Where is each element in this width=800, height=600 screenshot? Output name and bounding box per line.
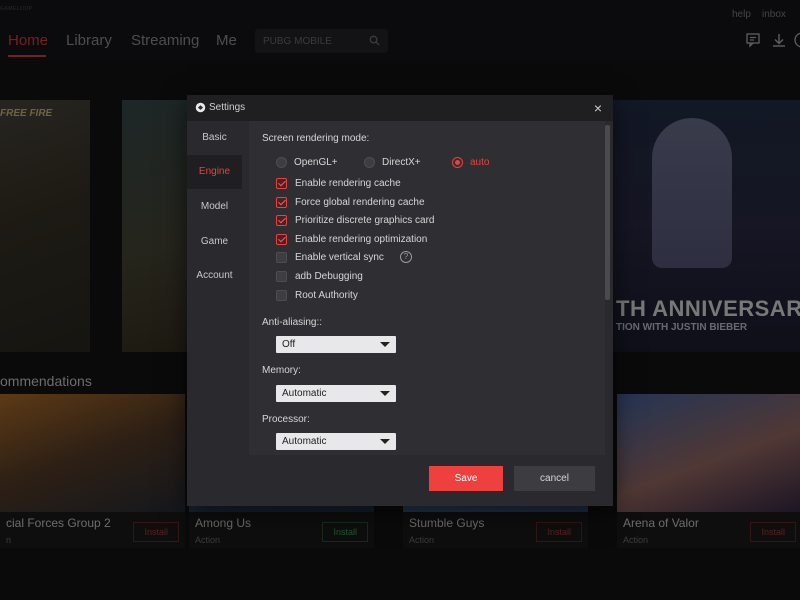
- checkbox[interactable]: [276, 197, 287, 208]
- radio-label: OpenGL+: [294, 157, 338, 168]
- settings-tab-menu: Basic Engine Model Game Account: [187, 121, 242, 451]
- checkbox-label: adb Debugging: [295, 271, 363, 282]
- radio-label: auto: [470, 157, 490, 168]
- checkbox[interactable]: [276, 290, 287, 301]
- checkbox-enable-vertical-sync[interactable]: Enable vertical sync ?: [276, 251, 536, 265]
- tab-basic[interactable]: Basic: [187, 121, 242, 155]
- checkbox-label: Enable rendering optimization: [295, 234, 428, 245]
- checkbox[interactable]: [276, 178, 287, 189]
- chevron-down-icon: [380, 342, 390, 347]
- app-logo-icon: [195, 102, 206, 113]
- checkbox[interactable]: [276, 271, 287, 282]
- rendering-mode-label: Screen rendering mode:: [262, 133, 370, 144]
- dialog-title: Settings: [209, 102, 246, 113]
- radio-button[interactable]: [452, 157, 463, 168]
- checkbox[interactable]: [276, 252, 287, 263]
- scrollbar-thumb[interactable]: [605, 125, 610, 300]
- checkbox[interactable]: [276, 234, 287, 245]
- checkbox-label: Root Authority: [295, 290, 358, 301]
- tab-engine[interactable]: Engine: [187, 155, 242, 189]
- cancel-button[interactable]: cancel: [514, 466, 595, 491]
- save-button[interactable]: Save: [429, 466, 503, 491]
- anti-aliasing-select[interactable]: Off: [276, 336, 396, 353]
- processor-select[interactable]: Automatic: [276, 433, 396, 450]
- checkbox-prioritize-discrete-gpu[interactable]: Prioritize discrete graphics card: [276, 214, 536, 228]
- close-icon[interactable]: ×: [589, 99, 607, 117]
- engine-settings-panel: Screen rendering mode: OpenGL+ DirectX+ …: [249, 121, 605, 455]
- memory-select[interactable]: Automatic: [276, 385, 396, 402]
- checkbox-enable-rendering-cache[interactable]: Enable rendering cache: [276, 177, 536, 191]
- tab-model[interactable]: Model: [187, 190, 242, 224]
- tab-account[interactable]: Account: [187, 259, 242, 293]
- chevron-down-icon: [380, 391, 390, 396]
- checkbox-label: Force global rendering cache: [295, 197, 425, 208]
- anti-aliasing-label: Anti-aliasing::: [262, 317, 323, 328]
- tab-game[interactable]: Game: [187, 225, 242, 259]
- dialog-header: Settings ×: [187, 95, 613, 121]
- radio-button[interactable]: [276, 157, 287, 168]
- processor-value: Automatic: [282, 436, 327, 447]
- app-window: GAMELOOP help inbox Home Library Streami…: [0, 0, 800, 600]
- anti-aliasing-value: Off: [282, 339, 296, 350]
- checkbox-enable-rendering-optimization[interactable]: Enable rendering optimization: [276, 233, 536, 247]
- processor-label: Processor:: [262, 414, 310, 425]
- checkbox-label: Enable rendering cache: [295, 178, 401, 189]
- checkbox[interactable]: [276, 215, 287, 226]
- help-icon[interactable]: ?: [400, 251, 412, 263]
- checkbox-adb-debugging[interactable]: adb Debugging: [276, 270, 536, 284]
- settings-dialog: Settings × Basic Engine Model Game Accou…: [187, 95, 613, 506]
- radio-button[interactable]: [364, 157, 375, 168]
- checkbox-label: Enable vertical sync: [295, 252, 384, 263]
- chevron-down-icon: [380, 439, 390, 444]
- radio-label: DirectX+: [382, 157, 421, 168]
- checkbox-label: Prioritize discrete graphics card: [295, 215, 435, 226]
- memory-label: Memory:: [262, 365, 301, 376]
- checkbox-root-authority[interactable]: Root Authority: [276, 289, 536, 303]
- memory-value: Automatic: [282, 388, 327, 399]
- checkbox-force-global-rendering-cache[interactable]: Force global rendering cache: [276, 196, 536, 210]
